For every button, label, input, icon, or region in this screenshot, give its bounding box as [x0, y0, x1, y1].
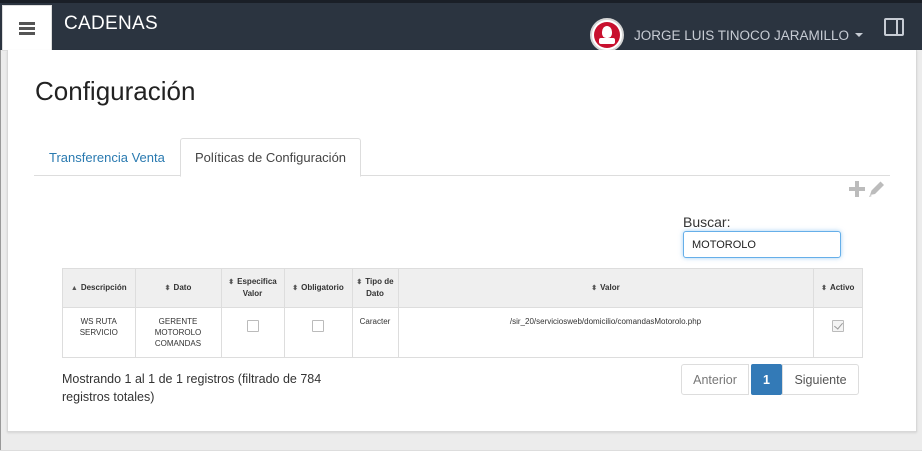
column-header-tipo-dato[interactable]: ⬍ Tipo de Dato [352, 269, 399, 308]
sort-icon: ⬍ [292, 284, 299, 292]
menu-toggle-button[interactable] [2, 5, 52, 51]
top-navbar: CADENAS JORGE LUIS TINOCO JARAMILLO [0, 0, 922, 52]
plus-icon[interactable] [849, 181, 865, 197]
main-panel: Configuración Transferencia Venta Políti… [7, 50, 917, 432]
column-header-activo[interactable]: ⬍ Activo [813, 269, 862, 308]
data-table: ▲ Descripción ⬍ Dato ⬍ Especifica Valor ⬍ Ob… [62, 268, 863, 358]
especifica-valor-checkbox[interactable] [246, 319, 259, 332]
page-title: Configuración [35, 76, 196, 106]
table-row[interactable]: WS RUTA SERVICIO GERENTE MOTOROLO COMAND… [63, 307, 862, 357]
column-header-dato[interactable]: ⬍ Dato [135, 269, 222, 308]
window-edge [0, 50, 1, 450]
sort-icon: ⬍ [356, 279, 363, 287]
pagination: Anterior 1 Siguiente [681, 364, 859, 395]
activo-checkbox[interactable] [831, 319, 844, 332]
user-name: JORGE LUIS TINOCO JARAMILLO [634, 27, 850, 43]
cell-dato: GERENTE MOTOROLO COMANDAS [135, 307, 222, 357]
tabs: Transferencia Venta Políticas de Configu… [34, 138, 890, 177]
cell-valor: /sir_20/serviciosweb/domicilio/comandasM… [398, 307, 814, 357]
table-header-row: ▲ Descripción ⬍ Dato ⬍ Especifica Valor ⬍ Ob… [63, 269, 862, 308]
column-header-valor[interactable]: ⬍ Valor [398, 269, 814, 308]
cell-obligatorio [284, 307, 353, 357]
tab-politicas-configuracion[interactable]: Políticas de Configuración [180, 138, 362, 177]
page-1-button[interactable]: 1 [751, 364, 782, 395]
cell-especifica-valor [221, 307, 285, 357]
column-header-especifica-valor[interactable]: ⬍ Especifica Valor [221, 269, 285, 308]
tab-transferencia-venta[interactable]: Transferencia Venta [35, 138, 179, 176]
search-input[interactable] [683, 231, 841, 258]
panel-toggle-icon[interactable] [884, 18, 904, 36]
sort-icon: ⬍ [821, 284, 827, 292]
cell-tipo-dato: Caracter [352, 307, 399, 357]
kfc-logo-icon [594, 22, 620, 48]
pencil-icon[interactable] [867, 180, 887, 198]
next-page-button[interactable]: Siguiente [782, 364, 859, 395]
sort-icon: ⬍ [164, 284, 171, 292]
sort-icon: ⬍ [591, 284, 598, 292]
search-label: Buscar: [683, 214, 731, 230]
app-brand[interactable]: CADENAS [64, 13, 158, 35]
column-header-obligatorio[interactable]: ⬍ Obligatorio [284, 269, 353, 308]
hamburger-icon [19, 21, 35, 35]
cell-activo [813, 307, 862, 357]
previous-page-button[interactable]: Anterior [681, 364, 749, 395]
cell-descripcion: WS RUTA SERVICIO [63, 307, 136, 357]
user-menu[interactable]: JORGE LUIS TINOCO JARAMILLO [590, 18, 864, 52]
footer-strip [0, 450, 922, 472]
avatar [590, 18, 624, 52]
obligatorio-checkbox[interactable] [312, 319, 324, 332]
sort-asc-icon: ▲ [70, 284, 78, 292]
table-info: Mostrando 1 al 1 de 1 registros (filtrad… [62, 372, 322, 404]
sort-icon: ⬍ [228, 279, 235, 287]
caret-down-icon [855, 33, 864, 37]
column-header-descripcion[interactable]: ▲ Descripción [63, 269, 136, 308]
